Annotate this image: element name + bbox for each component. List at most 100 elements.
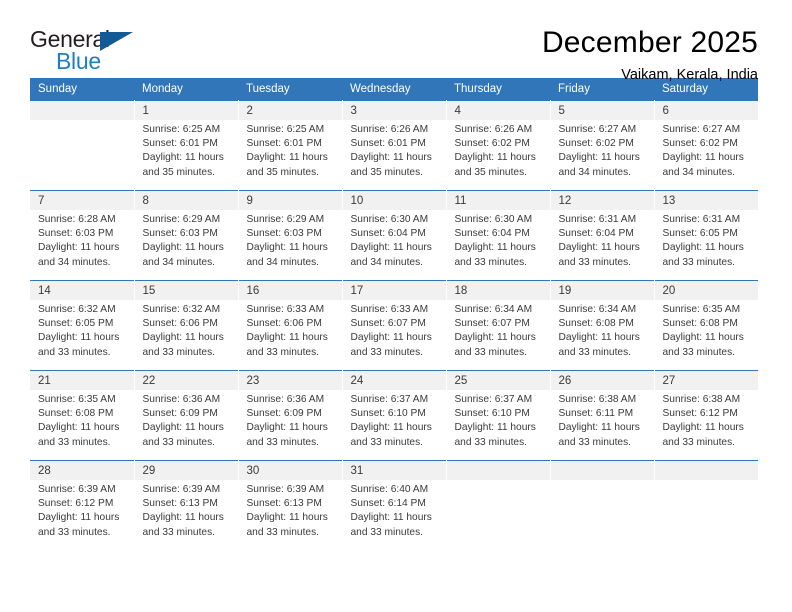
calendar-day-cell[interactable]: 24 Sunrise: 6:37 AM Sunset: 6:10 PM Dayligh… xyxy=(342,370,447,461)
daylight-text: Daylight: 11 hours and 33 minutes. xyxy=(38,422,120,448)
daylight-text: Daylight: 11 hours and 33 minutes. xyxy=(454,242,536,268)
calendar-day-cell[interactable]: 31 Sunrise: 6:40 AM Sunset: 6:14 PM Dayligh… xyxy=(342,460,447,551)
calendar-day-cell[interactable]: 21 Sunrise: 6:35 AM Sunset: 6:08 PM Dayligh… xyxy=(30,370,135,461)
day-number: 8 xyxy=(134,191,238,210)
daylight-text: Daylight: 11 hours and 34 minutes. xyxy=(38,242,120,268)
daylight-text: Daylight: 11 hours and 33 minutes. xyxy=(558,242,640,268)
day-number: 29 xyxy=(134,461,238,480)
calendar-day-cell[interactable]: 2 Sunrise: 6:25 AM Sunset: 6:01 PM Daylight… xyxy=(238,100,343,191)
calendar-day-cell[interactable]: 17 Sunrise: 6:33 AM Sunset: 6:07 PM Dayligh… xyxy=(342,280,447,371)
sunrise-text: Sunrise: 6:34 AM xyxy=(454,304,533,315)
sunset-text: Sunset: 6:02 PM xyxy=(662,138,738,150)
sunset-text: Sunset: 6:04 PM xyxy=(350,228,426,240)
sunset-text: Sunset: 6:14 PM xyxy=(350,498,426,510)
calendar-week-row: 28 Sunrise: 6:39 AM Sunset: 6:12 PM Dayligh… xyxy=(30,460,758,551)
day-number xyxy=(446,461,550,480)
calendar-day-cell[interactable]: 29 Sunrise: 6:39 AM Sunset: 6:13 PM Dayligh… xyxy=(134,460,239,551)
daylight-text: Daylight: 11 hours and 33 minutes. xyxy=(142,422,224,448)
day-details: Sunrise: 6:33 AM Sunset: 6:06 PM Daylight:… xyxy=(239,300,342,360)
day-number: 9 xyxy=(238,191,342,210)
calendar-day-cell[interactable]: 5 Sunrise: 6:27 AM Sunset: 6:02 PM Daylight… xyxy=(550,100,655,191)
sunrise-text: Sunrise: 6:37 AM xyxy=(350,394,429,405)
calendar-day-cell[interactable]: 13 Sunrise: 6:31 AM Sunset: 6:05 PM Dayligh… xyxy=(654,190,758,281)
day-details: Sunrise: 6:35 AM Sunset: 6:08 PM Daylight:… xyxy=(655,300,759,360)
calendar-day-cell[interactable]: 27 Sunrise: 6:38 AM Sunset: 6:12 PM Dayligh… xyxy=(654,370,759,461)
sunset-text: Sunset: 6:08 PM xyxy=(662,318,738,330)
sunset-text: Sunset: 6:08 PM xyxy=(558,318,634,330)
calendar-day-cell[interactable]: 25 Sunrise: 6:37 AM Sunset: 6:10 PM Dayligh… xyxy=(446,370,551,461)
calendar-day-cell[interactable]: 7 Sunrise: 6:28 AM Sunset: 6:03 PM Daylight… xyxy=(30,190,135,281)
day-number: 2 xyxy=(238,101,342,120)
daylight-text: Daylight: 11 hours and 35 minutes. xyxy=(454,152,536,178)
day-number: 19 xyxy=(550,281,654,300)
sunset-text: Sunset: 6:06 PM xyxy=(246,318,322,330)
sunrise-text: Sunrise: 6:26 AM xyxy=(454,124,533,135)
calendar-day-cell[interactable]: 3 Sunrise: 6:26 AM Sunset: 6:01 PM Daylight… xyxy=(342,100,447,191)
sunrise-text: Sunrise: 6:27 AM xyxy=(558,124,637,135)
day-details: Sunrise: 6:25 AM Sunset: 6:01 PM Daylight:… xyxy=(239,120,342,180)
day-number: 13 xyxy=(654,191,758,210)
day-number: 17 xyxy=(342,281,446,300)
day-number: 30 xyxy=(238,461,342,480)
calendar-day-cell[interactable]: 22 Sunrise: 6:36 AM Sunset: 6:09 PM Dayligh… xyxy=(134,370,239,461)
day-details: Sunrise: 6:39 AM Sunset: 6:13 PM Daylight:… xyxy=(239,480,342,540)
day-details: Sunrise: 6:38 AM Sunset: 6:11 PM Daylight:… xyxy=(551,390,654,450)
calendar-day-cell[interactable]: 26 Sunrise: 6:38 AM Sunset: 6:11 PM Dayligh… xyxy=(550,370,655,461)
weekday-header-wednesday: Wednesday xyxy=(342,78,446,101)
day-details: Sunrise: 6:33 AM Sunset: 6:07 PM Daylight:… xyxy=(343,300,446,360)
sunset-text: Sunset: 6:10 PM xyxy=(350,408,426,420)
sunrise-text: Sunrise: 6:33 AM xyxy=(350,304,429,315)
calendar-day-cell[interactable]: 28 Sunrise: 6:39 AM Sunset: 6:12 PM Dayligh… xyxy=(30,460,135,551)
calendar-day-cell[interactable]: 15 Sunrise: 6:32 AM Sunset: 6:06 PM Dayligh… xyxy=(134,280,239,371)
calendar-day-cell[interactable]: 14 Sunrise: 6:32 AM Sunset: 6:05 PM Dayligh… xyxy=(30,280,135,371)
daylight-text: Daylight: 11 hours and 35 minutes. xyxy=(246,152,328,178)
calendar-day-cell[interactable]: 18 Sunrise: 6:34 AM Sunset: 6:07 PM Dayligh… xyxy=(446,280,551,371)
sunrise-text: Sunrise: 6:34 AM xyxy=(558,304,637,315)
calendar-day-cell[interactable]: 6 Sunrise: 6:27 AM Sunset: 6:02 PM Daylight… xyxy=(654,100,758,191)
daylight-text: Daylight: 11 hours and 33 minutes. xyxy=(350,512,432,538)
title-block: December 2025 Vaikam, Kerala, India xyxy=(542,26,758,85)
calendar-day-cell[interactable]: 12 Sunrise: 6:31 AM Sunset: 6:04 PM Dayligh… xyxy=(550,190,655,281)
calendar-cell-empty xyxy=(550,460,655,551)
calendar-day-cell[interactable]: 11 Sunrise: 6:30 AM Sunset: 6:04 PM Dayligh… xyxy=(446,190,551,281)
day-number: 4 xyxy=(446,101,550,120)
general-blue-logo[interactable]: General Blue xyxy=(30,26,142,80)
sunset-text: Sunset: 6:13 PM xyxy=(246,498,322,510)
calendar-day-cell[interactable]: 23 Sunrise: 6:36 AM Sunset: 6:09 PM Dayligh… xyxy=(238,370,343,461)
calendar-day-cell[interactable]: 30 Sunrise: 6:39 AM Sunset: 6:13 PM Dayligh… xyxy=(238,460,343,551)
daylight-text: Daylight: 11 hours and 33 minutes. xyxy=(662,242,744,268)
daylight-text: Daylight: 11 hours and 33 minutes. xyxy=(142,512,224,538)
calendar-day-cell[interactable]: 1 Sunrise: 6:25 AM Sunset: 6:01 PM Daylight… xyxy=(134,100,239,191)
sunset-text: Sunset: 6:03 PM xyxy=(142,228,218,240)
day-details: Sunrise: 6:38 AM Sunset: 6:12 PM Daylight:… xyxy=(655,390,759,450)
calendar-day-cell[interactable]: 20 Sunrise: 6:35 AM Sunset: 6:08 PM Dayligh… xyxy=(654,280,759,371)
sunset-text: Sunset: 6:05 PM xyxy=(662,228,738,240)
sunrise-text: Sunrise: 6:31 AM xyxy=(558,214,637,225)
calendar-day-cell[interactable]: 10 Sunrise: 6:30 AM Sunset: 6:04 PM Dayligh… xyxy=(342,190,447,281)
calendar-day-cell[interactable]: 16 Sunrise: 6:33 AM Sunset: 6:06 PM Dayligh… xyxy=(238,280,343,371)
sunrise-text: Sunrise: 6:36 AM xyxy=(246,394,325,405)
sunset-text: Sunset: 6:01 PM xyxy=(350,138,426,150)
sunset-text: Sunset: 6:09 PM xyxy=(142,408,218,420)
calendar-day-cell[interactable]: 9 Sunrise: 6:29 AM Sunset: 6:03 PM Daylight… xyxy=(238,190,343,281)
sunrise-text: Sunrise: 6:25 AM xyxy=(246,124,325,135)
daylight-text: Daylight: 11 hours and 33 minutes. xyxy=(350,422,432,448)
sunrise-text: Sunrise: 6:32 AM xyxy=(38,304,116,315)
sunrise-text: Sunrise: 6:38 AM xyxy=(558,394,637,405)
sunset-text: Sunset: 6:13 PM xyxy=(142,498,218,510)
sunrise-text: Sunrise: 6:39 AM xyxy=(38,484,116,495)
calendar-day-cell[interactable]: 4 Sunrise: 6:26 AM Sunset: 6:02 PM Daylight… xyxy=(446,100,551,191)
sunrise-text: Sunrise: 6:39 AM xyxy=(246,484,325,495)
sunset-text: Sunset: 6:09 PM xyxy=(246,408,322,420)
calendar-day-cell[interactable]: 19 Sunrise: 6:34 AM Sunset: 6:08 PM Dayligh… xyxy=(550,280,655,371)
sunrise-text: Sunrise: 6:38 AM xyxy=(662,394,741,405)
daylight-text: Daylight: 11 hours and 34 minutes. xyxy=(558,152,640,178)
calendar-day-cell[interactable]: 8 Sunrise: 6:29 AM Sunset: 6:03 PM Daylight… xyxy=(134,190,239,281)
day-details: Sunrise: 6:34 AM Sunset: 6:08 PM Daylight:… xyxy=(551,300,654,360)
day-number: 14 xyxy=(30,281,134,300)
sunrise-text: Sunrise: 6:33 AM xyxy=(246,304,325,315)
calendar-week-row: 1 Sunrise: 6:25 AM Sunset: 6:01 PM Daylight… xyxy=(30,100,758,191)
daylight-text: Daylight: 11 hours and 33 minutes. xyxy=(454,332,536,358)
calendar-week-row: 7 Sunrise: 6:28 AM Sunset: 6:03 PM Daylight… xyxy=(30,190,758,281)
day-details: Sunrise: 6:30 AM Sunset: 6:04 PM Daylight:… xyxy=(343,210,446,270)
